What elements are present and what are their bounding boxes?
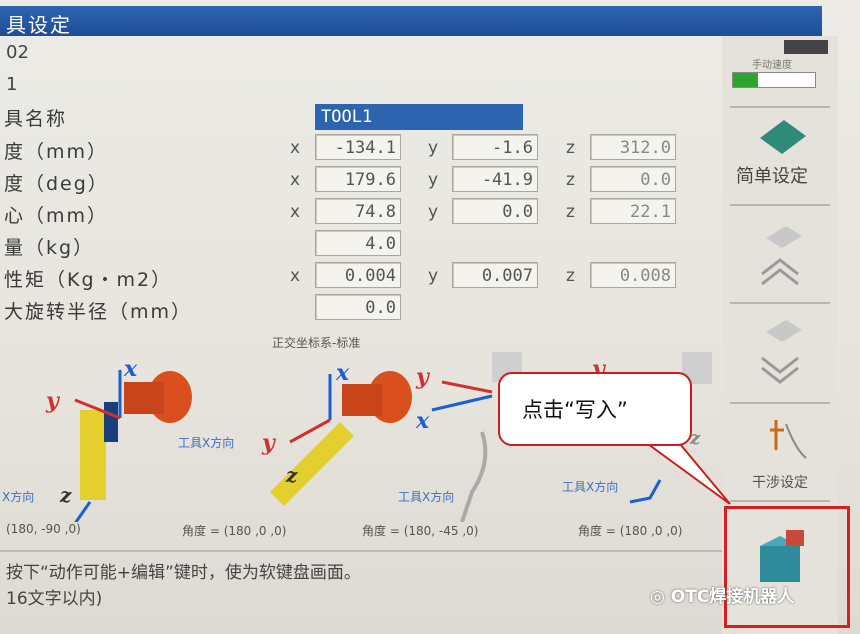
x-axis-label: x: [415, 408, 430, 434]
tool-diagram-2: x y z: [261, 360, 412, 506]
page-down-icon: [761, 320, 802, 384]
sidebar-divider: [730, 204, 830, 206]
simple-setting-label: 简单设定: [736, 166, 808, 187]
tool-x-label-1: X方向: [2, 490, 35, 504]
max-radius-label: 大旋转半径（mm）: [4, 301, 193, 323]
center-z-field[interactable]: 22.1: [590, 198, 676, 224]
weight-field[interactable]: 4.0: [315, 230, 401, 256]
page-up-icon: [761, 226, 802, 286]
coordinate-subtitle: 正交坐标系-标准: [272, 336, 361, 350]
tool-name-label: 具名称: [4, 108, 68, 130]
axis-z-label: z: [566, 170, 575, 190]
sidebar-divider: [730, 106, 830, 108]
y-axis-arrow: [441, 380, 493, 394]
axis-x-label: x: [290, 202, 301, 222]
length-x-field[interactable]: -134.1: [315, 134, 401, 160]
axis-y-label: y: [428, 170, 439, 190]
length-z-field[interactable]: 312.0: [590, 134, 676, 160]
angle-caption-2: 角度 = (180 ,0 ,0): [182, 524, 287, 538]
wechat-icon: ◎: [650, 587, 671, 607]
tool-body-shape: [80, 410, 106, 500]
title-bar: 具设定: [0, 6, 822, 37]
speed-bar-fill: [733, 73, 758, 87]
angle-y-field[interactable]: -41.9: [452, 166, 538, 192]
window-title: 具设定: [6, 13, 72, 37]
angle-caption-1: (180, -90 ,0): [6, 522, 81, 536]
angle-z-field[interactable]: 0.0: [590, 166, 676, 192]
inertia-x-field[interactable]: 0.004: [315, 262, 401, 288]
tool-name-field[interactable]: TOOL1: [315, 104, 523, 130]
robot-flange-shape: [342, 384, 382, 416]
sidebar-divider: [730, 500, 830, 502]
y-axis-label: y: [45, 388, 61, 414]
tool-clamp-shape: [104, 402, 118, 442]
max-radius-field[interactable]: 0.0: [315, 294, 401, 320]
axis-y-label: y: [428, 202, 439, 222]
axis-y-label: y: [428, 266, 439, 286]
page-up-button[interactable]: [730, 212, 830, 296]
header-mark: 1: [6, 74, 18, 95]
weight-label: 量（kg）: [4, 237, 95, 259]
angle-x-field[interactable]: 179.6: [315, 166, 401, 192]
angle-caption-4: 角度 = (180 ,0 ,0): [578, 524, 683, 538]
inertia-z-field[interactable]: 0.008: [590, 262, 676, 288]
axis-z-label: z: [566, 266, 575, 286]
y-axis-label: y: [415, 364, 431, 390]
angle-caption-3: 角度 = (180, -45 ,0): [362, 524, 479, 538]
angle-label: 度（deg）: [4, 173, 109, 195]
tool-x-label-3: 工具X方向: [398, 490, 455, 504]
speed-status-label: 手动速度: [752, 60, 792, 71]
x-axis-label: x: [335, 360, 350, 386]
footer-hint-line-2: 16文字以内): [6, 589, 103, 609]
axis-x-label: x: [290, 138, 301, 158]
footer-divider: [0, 550, 722, 552]
y-axis-label: y: [261, 430, 277, 456]
interference-icon: [770, 420, 807, 459]
axis-y-label: y: [428, 138, 439, 158]
tool-settings-panel: 02 1 具名称 TOOL1 度（mm） x -134.1 y -1.6 z 3…: [0, 36, 722, 634]
footer-hint-line-1: 按下“动作可能+编辑”键时，使为软键盘画面。: [6, 563, 361, 583]
z-axis-label: z: [59, 483, 72, 507]
callout-bubble: 点击“写入”: [498, 372, 692, 446]
inertia-y-field[interactable]: 0.007: [452, 262, 538, 288]
tool-body-shape: [460, 431, 488, 522]
tool-number: 02: [6, 42, 29, 63]
tool-body-shape: [270, 422, 354, 506]
inertia-label: 性矩（Kg・m2）: [4, 269, 173, 291]
center-label: 心（mm）: [4, 205, 109, 227]
x-axis-label: x: [123, 356, 138, 382]
simple-setting-button[interactable]: 简单设定: [730, 114, 830, 198]
x-axis-arrow: [431, 394, 493, 412]
length-y-field[interactable]: -1.6: [452, 134, 538, 160]
interference-setting-button[interactable]: 干涉设定: [730, 410, 830, 496]
axis-z-label: z: [566, 202, 575, 222]
center-x-field[interactable]: 74.8: [315, 198, 401, 224]
callout-pointer: [644, 442, 731, 505]
z-axis-label: z: [285, 463, 298, 487]
robot-flange-shape: [124, 382, 164, 414]
center-y-field[interactable]: 0.0: [452, 198, 538, 224]
axis-x-label: x: [290, 170, 301, 190]
length-label: 度（mm）: [4, 141, 109, 163]
watermark: ◎ OTC焊接机器人: [650, 587, 795, 607]
teach-pendant-screen: 具设定 02 1 具名称 TOOL1 度（mm） x -134.1 y -1.6…: [0, 0, 860, 634]
axis-x-label: x: [290, 266, 301, 286]
sidebar-divider: [730, 402, 830, 404]
write-button-highlight: [724, 506, 850, 628]
page-down-button[interactable]: [730, 310, 830, 394]
speed-bar: [732, 72, 816, 88]
callout-text: 点击“写入”: [522, 398, 628, 422]
axis-z-label: z: [566, 138, 575, 158]
interference-setting-label: 干涉设定: [752, 475, 808, 491]
status-indicator: [784, 40, 828, 54]
sidebar-divider: [730, 302, 830, 304]
simple-setting-icon: [760, 120, 806, 154]
tool-x-label-2: 工具X方向: [178, 436, 235, 450]
tool-diagram-1: x y z: [45, 356, 192, 522]
tool-x-label-4: 工具X方向: [562, 480, 619, 494]
